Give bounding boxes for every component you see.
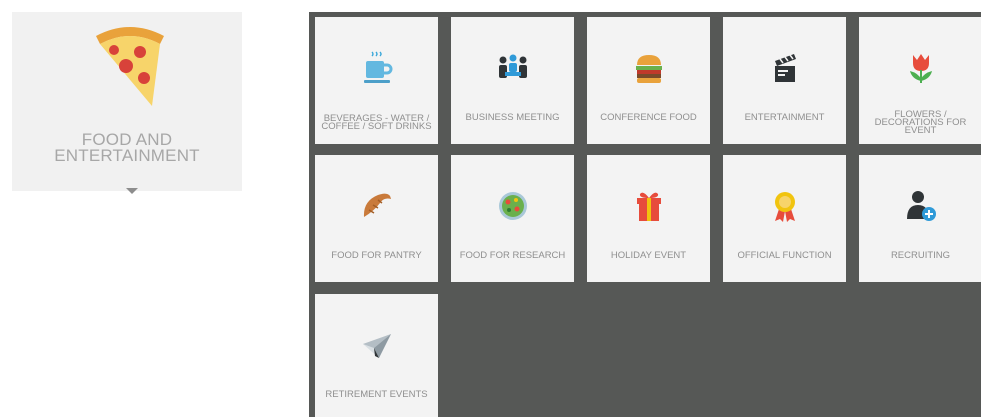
subcategory-panel: BEVERAGES - WATER / COFFEE / SOFT DRINKS…	[309, 12, 981, 417]
add-user-icon	[906, 191, 936, 221]
coffee-cup-icon	[363, 51, 392, 83]
tile-food-for-research[interactable]: FOOD FOR RESEARCH	[451, 155, 574, 282]
tile-recruiting[interactable]: RECRUITING	[859, 155, 981, 282]
award-ribbon-icon	[774, 192, 795, 222]
category-label-line-2: ENTERTAINMENT	[54, 146, 200, 165]
tile-holiday-event[interactable]: HOLIDAY EVENT	[587, 155, 710, 282]
tile-label: OFFICIAL FUNCTION	[737, 250, 832, 261]
tile-beverages[interactable]: BEVERAGES - WATER / COFFEE / SOFT DRINKS	[315, 17, 438, 144]
tile-label: RETIREMENT EVENTS	[325, 389, 428, 400]
tile-label: FOOD FOR PANTRY	[331, 250, 422, 261]
category-label: FOOD AND ENTERTAINMENT	[12, 131, 242, 165]
tile-conference-food[interactable]: CONFERENCE FOOD	[587, 17, 710, 144]
tile-label: CONFERENCE FOOD	[600, 112, 697, 123]
croissant-icon	[363, 193, 391, 217]
tile-label: FLOWERS / DECORATIONS FOR EVENT	[874, 109, 967, 136]
tile-retirement-events[interactable]: RETIREMENT EVENTS	[315, 294, 438, 417]
tile-label: RECRUITING	[890, 250, 951, 261]
tile-label: BUSINESS MEETING	[465, 112, 560, 123]
category-card-food-and-entertainment[interactable]: FOOD AND ENTERTAINMENT	[12, 12, 242, 194]
chevron-down-icon	[126, 188, 138, 194]
burger-icon	[635, 55, 662, 83]
people-meeting-icon	[498, 54, 527, 78]
clapperboard-icon	[774, 54, 796, 82]
tile-official-function[interactable]: OFFICIAL FUNCTION	[723, 155, 846, 282]
pizza-slice-icon	[96, 27, 164, 106]
salad-bowl-icon	[498, 192, 527, 220]
tile-business-meeting[interactable]: BUSINESS MEETING	[451, 17, 574, 144]
tile-label: FOOD FOR RESEARCH	[459, 250, 566, 261]
tile-label: ENTERTAINMENT	[744, 112, 825, 123]
tile-entertainment[interactable]: ENTERTAINMENT	[723, 17, 846, 144]
tile-label: HOLIDAY EVENT	[610, 250, 687, 261]
tulip-icon	[909, 54, 932, 83]
gift-box-icon	[636, 192, 661, 221]
tile-label: BEVERAGES - WATER / COFFEE / SOFT DRINKS	[321, 113, 432, 132]
tile-food-for-pantry[interactable]: FOOD FOR PANTRY	[315, 155, 438, 282]
tile-flowers-decorations[interactable]: FLOWERS / DECORATIONS FOR EVENT	[859, 17, 981, 144]
paper-plane-icon	[362, 334, 391, 358]
